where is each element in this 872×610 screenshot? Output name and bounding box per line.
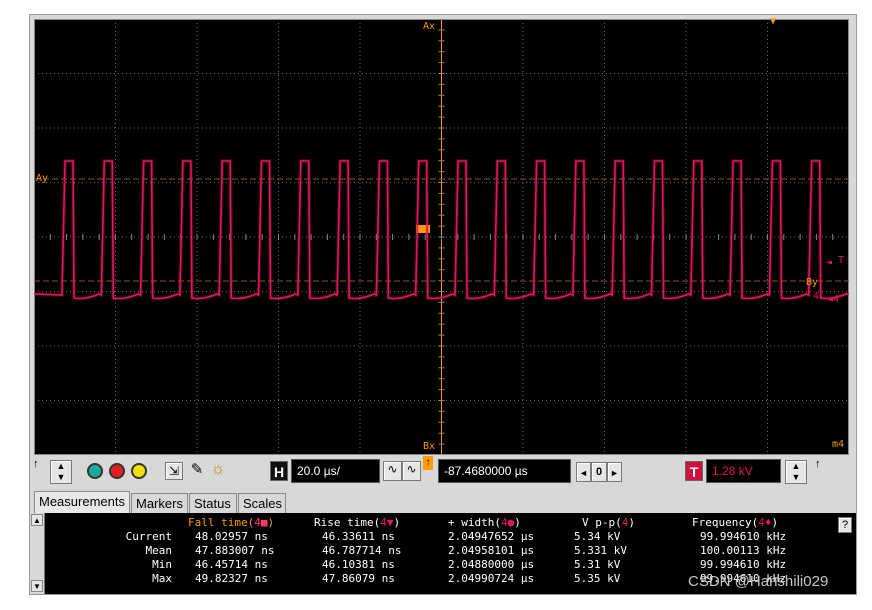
- channel-1-button[interactable]: [87, 463, 103, 479]
- header-plus-width: + width(4●): [448, 516, 521, 529]
- measurements-scrollbar[interactable]: ▲ ▼: [30, 513, 45, 594]
- tab-measurements[interactable]: Measurements: [34, 491, 130, 513]
- channel-4-label: 4: [813, 291, 820, 302]
- cell-frequency-current: 99.994610 kHz: [700, 530, 787, 543]
- row-label-min: Min: [152, 558, 172, 571]
- row-label-current: Current: [125, 530, 172, 543]
- channel-3-button[interactable]: [131, 463, 147, 479]
- delay-field[interactable]: -87.4680000 µs: [438, 459, 571, 483]
- coarse-adjust-button[interactable]: ∿: [402, 461, 421, 481]
- delay-left-button[interactable]: ◄: [576, 462, 591, 482]
- cell-vpp-current: 5.34 kV: [574, 530, 621, 543]
- cell-fall-current: 48.02957 ns: [195, 530, 268, 543]
- trigger-level-spinner[interactable]: ▲ ▼: [785, 460, 807, 484]
- cell-vpp-min: 5.31 kV: [574, 558, 621, 571]
- cell-vpp-max: 5.35 kV: [574, 572, 621, 585]
- delay-zero-button[interactable]: 0: [591, 462, 607, 482]
- watermark: CSDN @Hanshili029: [688, 573, 829, 590]
- cell-frequency-min: 99.994610 kHz: [700, 558, 787, 571]
- header-frequency: Frequency(4♦): [692, 516, 779, 529]
- horizontal-label: H: [270, 461, 288, 481]
- cell-fall-min: 46.45714 ns: [195, 558, 268, 571]
- cell-rise-current: 46.33611 ns: [322, 530, 395, 543]
- waveform-canvas: [34, 19, 849, 455]
- cell-width-min: 2.04880000 µs: [448, 558, 535, 571]
- vertical-scale-spinner[interactable]: ▲ ▼: [50, 460, 72, 484]
- cell-vpp-mean: 5.331 kV: [574, 544, 627, 557]
- header-fall-time: Fall time(4■): [188, 516, 275, 529]
- header-rise-time: Rise time(4▼): [314, 516, 401, 529]
- cell-rise-mean: 46.787714 ns: [322, 544, 402, 557]
- trigger-arrow-icon: ◄: [826, 257, 833, 268]
- marker-bx-label: Bx: [423, 441, 436, 452]
- waveform-display[interactable]: Ax Ay Bx By 4 T ◄4 ◄ m4 ▼: [34, 16, 849, 455]
- cell-width-max: 2.04990724 µs: [448, 572, 535, 585]
- tab-markers[interactable]: Markers: [131, 493, 188, 513]
- control-bar: ↑ ▲ ▼ ⇲ ✎ ☼ H 20.0 µs/ ∿ ∿ ↑ -87.4680000 …: [30, 456, 856, 490]
- tab-scales[interactable]: Scales: [238, 493, 286, 513]
- cell-width-current: 2.04947652 µs: [448, 530, 535, 543]
- trigger-label: T: [685, 461, 703, 481]
- math-4-label: m4: [832, 439, 845, 450]
- cell-frequency-mean: 100.00113 kHz: [700, 544, 787, 557]
- tab-status[interactable]: Status: [189, 493, 237, 513]
- trigger-position-icon: ▼: [770, 16, 777, 27]
- row-label-mean: Mean: [145, 544, 173, 557]
- cell-rise-max: 47.86079 ns: [322, 572, 395, 585]
- delay-right-button[interactable]: ►: [607, 462, 622, 482]
- header-vpp: V p-p(4): [582, 516, 635, 529]
- channel-2-button[interactable]: [109, 463, 125, 479]
- run-indicator-icon: ↑: [33, 458, 39, 470]
- channel-4-offset-icon: ◄4: [827, 294, 840, 305]
- row-label-max: Max: [152, 572, 172, 585]
- help-button[interactable]: ?: [838, 517, 852, 533]
- cell-width-mean: 2.04958101 µs: [448, 544, 535, 557]
- trigger-source-icon: ↑: [815, 458, 821, 470]
- cell-fall-max: 49.82327 ns: [195, 572, 268, 585]
- brightness-icon[interactable]: ☼: [208, 459, 228, 479]
- trigger-level-field[interactable]: 1.28 kV: [706, 459, 781, 483]
- clear-display-icon[interactable]: ✎: [187, 460, 207, 480]
- autoscale-icon[interactable]: ⇲: [165, 462, 183, 480]
- marker-by-label: By: [806, 277, 819, 288]
- cell-rise-min: 46.10381 ns: [322, 558, 395, 571]
- fine-adjust-button[interactable]: ∿: [383, 461, 402, 481]
- trigger-level-label: T: [838, 255, 845, 266]
- marker-ay-label: Ay: [36, 173, 49, 184]
- timebase-field[interactable]: 20.0 µs/: [291, 459, 380, 483]
- cell-fall-mean: 47.883007 ns: [195, 544, 275, 557]
- delay-reference-icon: ↑: [423, 456, 433, 470]
- marker-ax-label: Ax: [423, 21, 436, 32]
- panel-tabs: Measurements Markers Status Scales: [30, 491, 856, 513]
- oscilloscope-window: Ax Ay Bx By 4 T ◄4 ◄ m4 ▼ ↑ ▲ ▼ ⇲ ✎ ☼ H 2…: [29, 14, 857, 595]
